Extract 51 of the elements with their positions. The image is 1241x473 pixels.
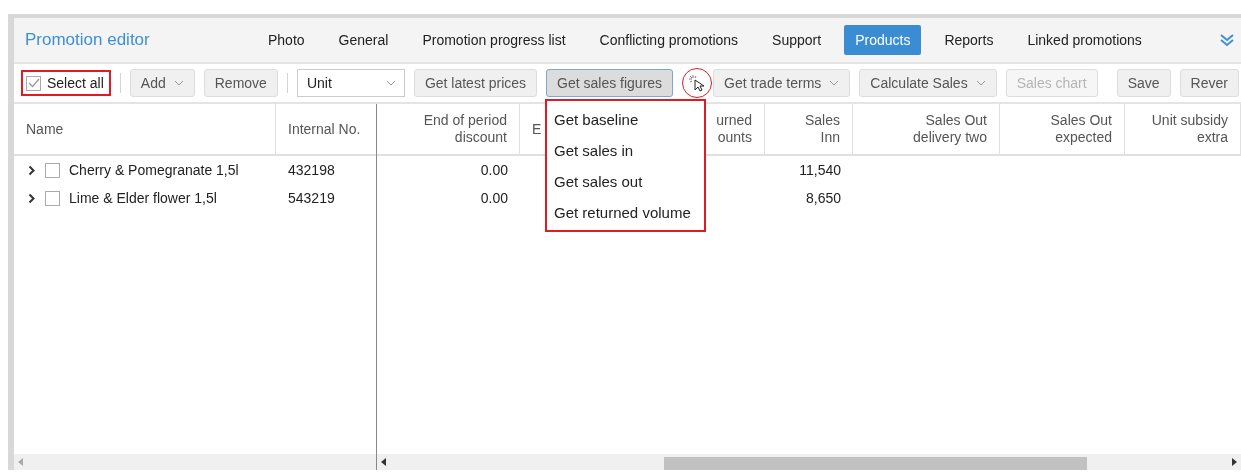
table-cell-text: 0.00: [479, 162, 509, 178]
table-cell-text: 432198: [287, 162, 336, 178]
table-cell-text: 11,540: [798, 162, 842, 178]
tab[interactable]: Support: [761, 25, 833, 55]
chevron-down-icon: [173, 80, 184, 86]
select-value: Unit: [306, 75, 332, 91]
double-chevron-icon[interactable]: [1219, 33, 1235, 47]
checkbox-label: Select all: [47, 75, 104, 91]
check-icon: [27, 78, 40, 88]
column-header: Sales Out expected: [1000, 104, 1125, 154]
menu-item[interactable]: Get returned volume: [547, 197, 704, 228]
column-header: Sales Inn: [765, 104, 853, 154]
menu-item[interactable]: Get sales out: [547, 166, 704, 197]
scroll-right-icon[interactable]: [1231, 458, 1237, 466]
column-header: Internal No.: [276, 104, 376, 154]
product-name: Cherry & Pomegranate 1,5l: [69, 162, 239, 178]
column-header: End of period discount: [377, 104, 520, 154]
toolbar-button[interactable]: Save: [1116, 69, 1171, 97]
tab[interactable]: Promotion progress list: [411, 25, 577, 55]
chevron-right-icon[interactable]: [28, 164, 36, 176]
table-cell-text: 543219: [287, 190, 336, 206]
row-checkbox[interactable]: [45, 162, 60, 178]
chevron-down-icon: [829, 80, 840, 86]
scroll-left-icon[interactable]: [381, 458, 387, 466]
scrollbar-thumb[interactable]: [664, 457, 1087, 470]
unit-select[interactable]: Unit: [296, 69, 405, 97]
row-checkbox[interactable]: [45, 190, 60, 206]
dropdown-button[interactable]: Calculate Sales: [859, 69, 997, 97]
table-cell-text: 8,650: [804, 190, 842, 206]
menu-button[interactable]: Get sales figures: [546, 69, 674, 97]
column-header: Sales Out delivery two: [853, 104, 1000, 154]
toolbar-button[interactable]: Get latest prices: [413, 69, 538, 97]
table-cell-text: 0.00: [479, 190, 509, 206]
tab[interactable]: Products: [844, 25, 922, 55]
select-all-checkbox[interactable]: Select all: [21, 70, 111, 96]
toolbar-button[interactable]: Remove: [203, 69, 278, 97]
tab[interactable]: Photo: [257, 25, 316, 55]
chevron-down-icon: [975, 80, 986, 86]
column-header: Unit subsidy extra: [1125, 104, 1241, 154]
chevron-down-icon: [385, 80, 396, 86]
tab[interactable]: Linked promotions: [1016, 25, 1153, 55]
toolbar-button[interactable]: Rever: [1179, 69, 1239, 97]
chevron-right-icon[interactable]: [28, 192, 36, 204]
tab[interactable]: Reports: [933, 25, 1005, 55]
tab[interactable]: Conflicting promotions: [588, 25, 750, 55]
column-header: Name: [14, 104, 276, 154]
product-name: Lime & Elder flower 1,5l: [69, 190, 217, 206]
editor-title: Promotion editor: [25, 30, 151, 50]
dropdown-button[interactable]: Add: [129, 69, 195, 97]
tab[interactable]: General: [327, 25, 400, 55]
dropdown-button[interactable]: Get trade terms: [713, 69, 851, 97]
